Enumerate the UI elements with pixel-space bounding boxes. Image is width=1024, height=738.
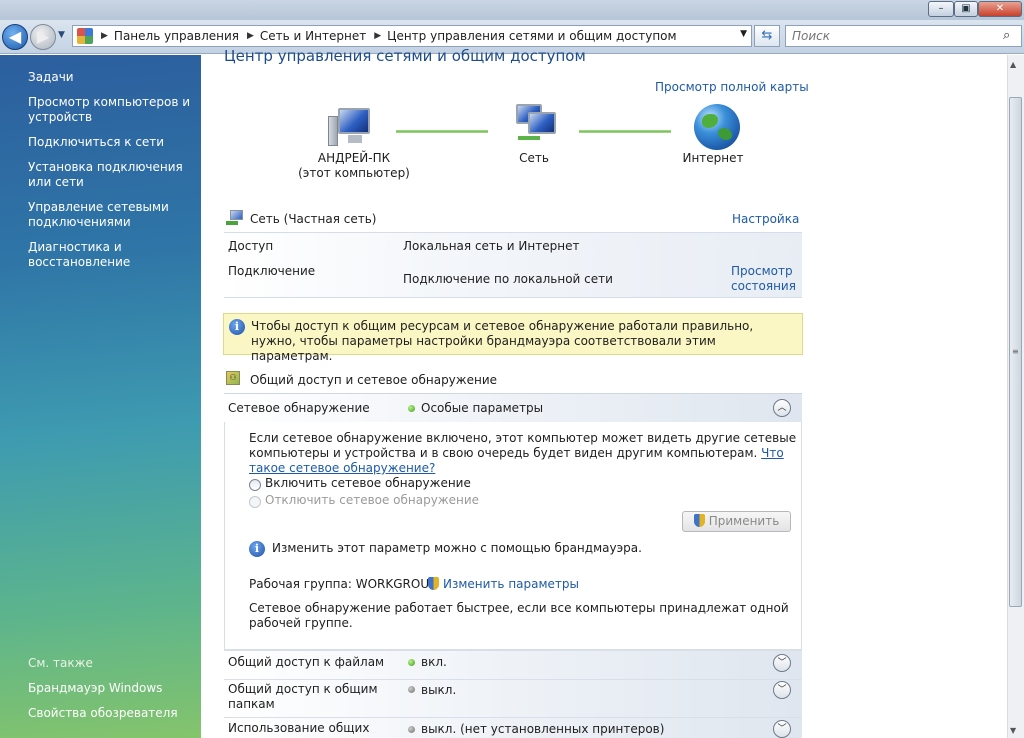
address-dropdown-icon[interactable]: ▼ — [740, 29, 747, 39]
connection-label: Подключение — [228, 264, 316, 278]
access-label: Доступ — [228, 239, 274, 253]
sidebar — [0, 55, 201, 738]
expand-chevron-icon[interactable]: ﹀ — [773, 654, 791, 672]
network-settings-link[interactable]: Настройка — [732, 212, 799, 226]
breadcrumb-network-internet[interactable]: Сеть и Интернет — [260, 29, 372, 43]
apply-button-label: Применить — [708, 514, 780, 528]
breadcrumb-network-center[interactable]: Центр управления сетями и общим доступом — [387, 29, 682, 43]
network-details: Доступ Локальная сеть и Интернет Подключ… — [224, 232, 802, 298]
computer-icon[interactable] — [328, 106, 372, 146]
apply-button[interactable]: Применить — [682, 511, 791, 532]
computer-name: АНДРЕЙ-ПК — [317, 151, 391, 165]
breadcrumb-arrow-icon[interactable]: ▶ — [99, 31, 114, 41]
status-on-icon — [408, 659, 415, 666]
sidebar-item-view-computers[interactable]: Просмотр компьютеров и устройств — [28, 95, 193, 125]
sidebar-heading-tasks: Задачи — [28, 70, 74, 84]
close-button[interactable]: ✕ — [978, 1, 1022, 17]
disable-discovery-radio — [249, 496, 261, 508]
status-off-icon — [408, 686, 415, 693]
sidebar-item-firewall[interactable]: Брандмауэр Windows — [28, 681, 193, 696]
discovery-description: Если сетевое обнаружение включено, этот … — [249, 431, 799, 476]
breadcrumb-arrow-icon[interactable]: ▶ — [245, 31, 260, 41]
connection-line — [579, 130, 671, 133]
back-button[interactable]: ◀ — [2, 24, 28, 50]
printer-sharing-row[interactable]: Использование общих выкл. (нет установле… — [224, 717, 802, 738]
breadcrumb-control-panel[interactable]: Панель управления — [114, 29, 245, 43]
info-icon: i — [249, 541, 265, 557]
sidebar-item-setup-connection[interactable]: Установка подключения или сети — [28, 160, 193, 190]
access-value: Локальная сеть и Интернет — [403, 239, 580, 253]
sidebar-item-diagnose[interactable]: Диагностика и восстановление — [28, 240, 193, 270]
network-icon — [226, 210, 244, 226]
network-discovery-row[interactable]: Сетевое обнаружение Особые параметры ︿ — [224, 393, 802, 422]
enable-discovery-label[interactable]: Включить сетевое обнаружение — [265, 476, 471, 490]
file-sharing-status: вкл. — [421, 655, 447, 669]
network-discovery-status: Особые параметры — [421, 401, 544, 415]
public-folders-row[interactable]: Общий доступ к общим папкам выкл. ﹀ — [224, 679, 802, 717]
firewall-note: Изменить этот параметр можно с помощью б… — [272, 541, 642, 555]
internet-globe-icon[interactable] — [694, 104, 740, 150]
search-icon[interactable]: ⌕ — [1003, 28, 1010, 43]
printer-sharing-label: Использование общих — [228, 721, 370, 735]
scroll-up-icon[interactable]: ▲ — [1010, 60, 1016, 69]
connection-value: Подключение по локальной сети — [403, 272, 613, 286]
status-off-icon — [408, 726, 415, 733]
search-input[interactable] — [785, 25, 1022, 47]
uac-shield-icon — [428, 577, 439, 590]
expand-chevron-icon[interactable]: ﹀ — [773, 720, 791, 738]
view-status-link[interactable]: Просмотр состояния — [731, 264, 796, 294]
network-label: Сеть — [519, 151, 549, 165]
workgroup-note: Сетевое обнаружение работает быстрее, ес… — [249, 601, 789, 630]
forward-button[interactable]: ▶ — [30, 24, 56, 50]
internet-label: Интернет — [682, 151, 744, 165]
address-bar[interactable]: ▶ Панель управления ▶ Сеть и Интернет ▶ … — [72, 25, 752, 47]
printer-sharing-status: выкл. (нет установленных принтеров) — [421, 722, 665, 736]
sidebar-heading-see-also: См. также — [28, 656, 93, 670]
sidebar-item-manage-connections[interactable]: Управление сетевыми подключениями — [28, 200, 193, 230]
change-settings-link[interactable]: Изменить параметры — [428, 577, 579, 591]
sharing-icon: ⚇ — [226, 371, 240, 385]
workgroup-label: Рабочая группа: WORKGROUP — [249, 577, 437, 591]
view-status-link-line2[interactable]: состояния — [731, 279, 796, 294]
maximize-button[interactable]: ▣ — [954, 1, 978, 17]
public-folders-label-line2: папкам — [228, 697, 275, 711]
discovery-description-text: Если сетевое обнаружение включено, этот … — [249, 431, 797, 460]
status-on-icon — [408, 405, 415, 412]
view-status-link-line1[interactable]: Просмотр — [731, 264, 796, 279]
disable-discovery-label: Отключить сетевое обнаружение — [265, 493, 480, 507]
refresh-button[interactable]: ⇆ — [754, 25, 780, 47]
banner-text: Чтобы доступ к общим ресурсам и сетевое … — [251, 319, 754, 363]
network-icon[interactable] — [514, 104, 558, 144]
public-folders-label-line1: Общий доступ к общим — [228, 682, 378, 696]
expand-chevron-icon[interactable]: ﹀ — [773, 681, 791, 699]
network-name: Сеть (Частная сеть) — [250, 212, 377, 226]
file-sharing-row[interactable]: Общий доступ к файлам вкл. ﹀ — [224, 650, 802, 679]
network-discovery-label: Сетевое обнаружение — [228, 401, 370, 415]
connection-line — [396, 130, 488, 133]
enable-discovery-radio[interactable] — [249, 479, 261, 491]
computer-subtitle: (этот компьютер) — [298, 166, 410, 180]
page-title: Центр управления сетями и общим доступом — [224, 47, 586, 65]
sharing-heading: Общий доступ и сетевое обнаружение — [250, 373, 498, 387]
sidebar-item-connect[interactable]: Подключиться к сети — [28, 135, 193, 150]
control-panel-icon — [77, 28, 93, 44]
public-folders-status: выкл. — [421, 683, 457, 697]
scroll-down-icon[interactable]: ▼ — [1010, 726, 1016, 735]
sidebar-item-internet-options[interactable]: Свойства обозревателя — [28, 706, 193, 721]
public-folders-label: Общий доступ к общим папкам — [228, 682, 378, 712]
title-bar — [0, 0, 1024, 20]
info-icon: i — [229, 319, 245, 335]
change-settings-label[interactable]: Изменить параметры — [443, 577, 579, 591]
recent-pages-icon[interactable]: ▼ — [58, 30, 65, 40]
collapse-chevron-icon[interactable]: ︿ — [773, 399, 791, 417]
full-map-link[interactable]: Просмотр полной карты — [655, 80, 809, 94]
scrollbar-grip-icon: ≡ — [1012, 347, 1019, 356]
breadcrumb-arrow-icon[interactable]: ▶ — [372, 31, 387, 41]
uac-shield-icon — [693, 514, 705, 527]
file-sharing-label: Общий доступ к файлам — [228, 655, 385, 669]
minimize-button[interactable]: – — [928, 1, 954, 17]
